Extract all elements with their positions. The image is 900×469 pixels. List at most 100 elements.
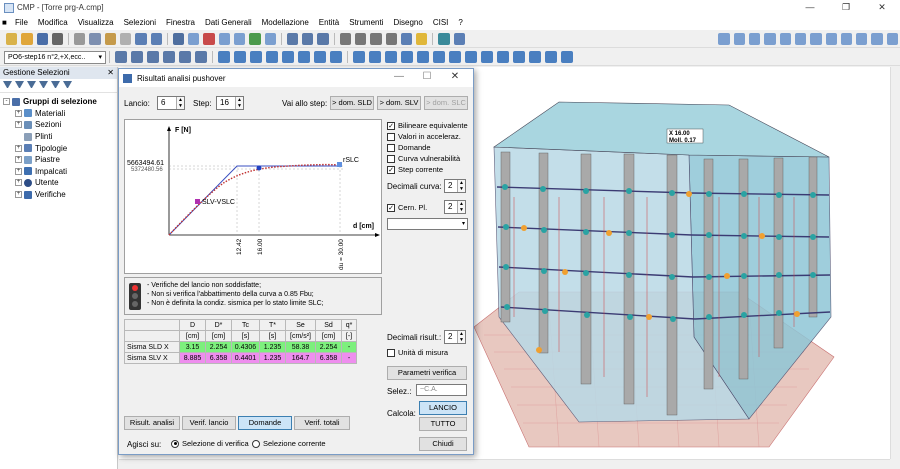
delete-icon[interactable] — [203, 33, 215, 45]
menu-strumenti[interactable]: Strumenti — [344, 18, 388, 27]
cern-dropdown[interactable]: ▾ — [387, 218, 468, 230]
paste-icon[interactable] — [104, 33, 117, 45]
filter-apply-icon[interactable] — [63, 81, 72, 90]
demands-checkbox[interactable]: Domande — [387, 143, 431, 152]
spin-arrows-icon[interactable]: ▲ ▼ — [176, 97, 184, 109]
beam-icon[interactable] — [264, 33, 276, 45]
open-folder-icon[interactable] — [21, 33, 33, 45]
zoom-window-icon[interactable] — [370, 33, 382, 45]
tree-root[interactable]: - Gruppi di selezione — [3, 96, 117, 108]
vertical-scrollbar[interactable] — [890, 67, 900, 459]
undo-icon[interactable] — [135, 33, 147, 45]
copy-icon[interactable] — [89, 33, 101, 45]
goto-slv-button[interactable]: > dom. SLV — [377, 96, 421, 110]
frame-view-icon[interactable] — [218, 51, 230, 63]
plate-icon[interactable] — [545, 51, 557, 63]
save-icon[interactable] — [36, 33, 48, 45]
select-arrow-icon[interactable] — [286, 33, 299, 45]
wire-icon[interactable] — [856, 33, 868, 45]
tab-total-verification[interactable]: Verif. totali — [294, 416, 350, 430]
snap-icon[interactable] — [810, 33, 822, 45]
close-icon[interactable]: ✕ — [864, 0, 900, 15]
shade-icon[interactable] — [497, 51, 509, 63]
cern-checkbox[interactable]: ✓ Cern. Pl. — [387, 203, 427, 212]
spin-arrows-icon[interactable]: ▲ ▼ — [235, 97, 243, 109]
spin-arrows-icon[interactable]: ▲ ▼ — [457, 331, 465, 343]
load-icon[interactable] — [330, 51, 342, 63]
frame-icon[interactable] — [234, 33, 246, 45]
menu-file[interactable]: File — [10, 18, 33, 27]
pan-icon[interactable] — [317, 33, 329, 45]
table-icon[interactable] — [218, 33, 231, 45]
tree-item-sezioni[interactable]: + Sezioni — [3, 119, 117, 131]
table-row[interactable]: Sisma SLV X 8.885 6.358 0.4401 1.235 164… — [124, 352, 357, 364]
redo-icon[interactable] — [150, 33, 162, 45]
iso-icon[interactable] — [481, 51, 493, 63]
current-step-checkbox[interactable]: ✓ Step corrente — [387, 165, 443, 174]
tree-item-plinti[interactable]: Plinti — [3, 131, 117, 143]
select-icon[interactable] — [115, 51, 127, 63]
move-icon[interactable] — [840, 33, 853, 45]
link-icon[interactable] — [163, 51, 175, 63]
box-select-icon[interactable] — [131, 51, 143, 63]
verification-params-button[interactable]: Parametri verifica — [387, 366, 467, 380]
bilinear-checkbox[interactable]: ✓ Bilineare equivalente — [387, 121, 468, 130]
expand-icon[interactable]: + — [15, 109, 22, 117]
tree-item-impalcati[interactable]: + Impalcati — [3, 166, 117, 178]
vulnerability-curve-checkbox[interactable]: Curva vulnerabilità — [387, 154, 460, 163]
close-button[interactable]: Chiudi — [419, 437, 467, 451]
rebar-icon[interactable] — [417, 51, 429, 63]
restore-icon[interactable]: ❐ — [828, 0, 864, 15]
lancio-spinner[interactable]: 6 ▲ ▼ — [157, 96, 185, 110]
step-combo[interactable]: PO6-step16 n°2,+X,ecc.. ▾ — [4, 50, 106, 64]
expand-icon[interactable]: + — [15, 144, 22, 152]
rotate-icon[interactable] — [302, 33, 314, 45]
hide-icon[interactable] — [513, 51, 525, 63]
selection-field[interactable]: ~C.A. — [416, 384, 467, 396]
expand-icon[interactable]: + — [15, 179, 22, 187]
print-icon[interactable] — [51, 33, 64, 45]
lancio-button[interactable]: LANCIO — [419, 401, 467, 415]
wall-icon[interactable] — [234, 51, 246, 63]
minimize-icon[interactable]: — — [792, 0, 828, 15]
tree-item-utente[interactable]: + Utente — [3, 177, 117, 189]
expand-icon[interactable]: + — [15, 191, 22, 199]
cern-spinner[interactable]: 2 ▲ ▼ — [444, 200, 466, 214]
menu-cisi[interactable]: CISI — [428, 18, 454, 27]
goto-slc-button[interactable]: > dom. SLC — [424, 96, 468, 110]
fit-icon[interactable] — [886, 33, 899, 45]
measure-icon[interactable] — [416, 33, 428, 45]
deform-icon[interactable] — [353, 51, 365, 63]
menu-help[interactable]: ? — [453, 18, 467, 27]
acceleration-checkbox[interactable]: Valori in acceleraz. — [387, 132, 461, 141]
zoom-out-icon[interactable] — [354, 33, 367, 45]
spin-arrows-icon[interactable]: ▲ ▼ — [457, 201, 465, 213]
table-row[interactable]: Sisma SLD X 3.15 2.254 0.4306 1.235 58.3… — [124, 341, 357, 353]
dialog-close-icon[interactable]: ✕ — [441, 71, 469, 82]
layers-icon[interactable] — [438, 33, 450, 45]
expand-icon[interactable]: + — [15, 121, 22, 129]
menu-selezioni[interactable]: Selezioni — [119, 18, 161, 27]
zoom-prev-icon[interactable] — [400, 33, 413, 45]
horizontal-scrollbar[interactable] — [119, 459, 890, 469]
tree-item-materiali[interactable]: + Materiali — [3, 108, 117, 120]
step-spinner[interactable]: 16 ▲ ▼ — [216, 96, 244, 110]
menu-finestra[interactable]: Finestra — [161, 18, 200, 27]
tree-item-tipologie[interactable]: + Tipologie — [3, 142, 117, 154]
view-top-icon[interactable] — [764, 33, 776, 45]
grid-icon[interactable] — [172, 33, 185, 45]
radio-current-selection[interactable]: Selezione corrente — [252, 439, 326, 448]
cube-icon[interactable] — [465, 51, 477, 63]
menu-entita[interactable]: Entità — [314, 18, 344, 27]
show-icon[interactable] — [529, 51, 541, 63]
filter-clear-icon[interactable] — [39, 81, 48, 90]
dialog-minimize-icon[interactable]: — — [385, 71, 413, 82]
group-icon[interactable] — [179, 51, 191, 63]
coord-icon[interactable] — [825, 33, 837, 45]
tree-item-piastre[interactable]: + Piastre — [3, 154, 117, 166]
menu-visualizza[interactable]: Visualizza — [73, 18, 119, 27]
spin-arrows-icon[interactable]: ▲ ▼ — [457, 180, 465, 192]
tutto-button[interactable]: TUTTO — [419, 417, 467, 431]
shell-icon[interactable] — [561, 51, 573, 63]
expand-icon[interactable]: + — [15, 156, 22, 164]
